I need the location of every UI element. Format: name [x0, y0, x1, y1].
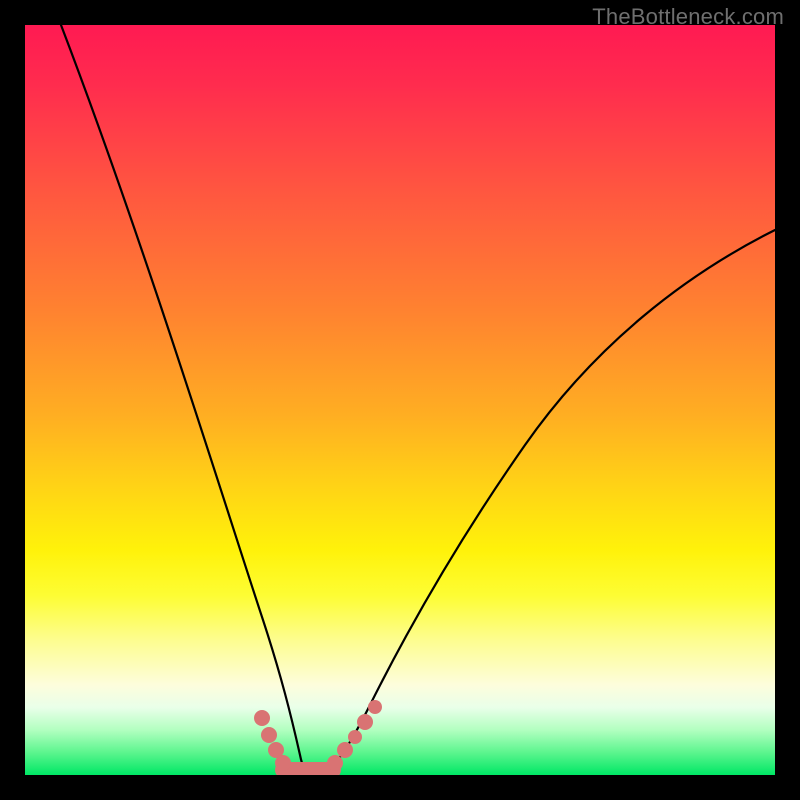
chart-svg [25, 25, 775, 775]
marker-cluster-left [254, 710, 291, 771]
chart-plot-area [25, 25, 775, 775]
bottleneck-right-curve [325, 230, 775, 772]
bottleneck-left-curve [61, 25, 307, 772]
marker-cluster-right [327, 700, 382, 771]
